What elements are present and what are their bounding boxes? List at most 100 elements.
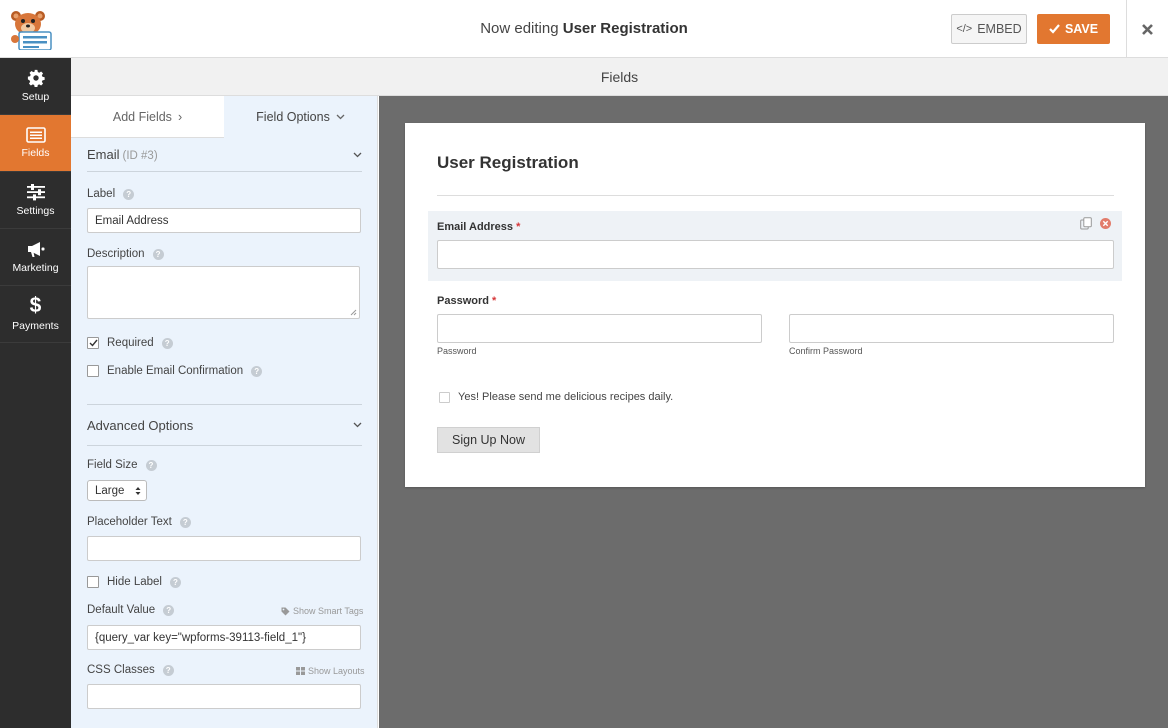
label-input[interactable]: Email Address [87,208,361,233]
field-size-value: Large [95,484,125,497]
default-value-input[interactable]: {query_var key="wpforms-39113-field_1"} [87,625,361,650]
field-size-label: Field Size ? [87,459,157,471]
select-arrows-icon [135,486,141,495]
password-input[interactable] [437,314,762,343]
field-group-header[interactable]: Email (ID #3) [87,138,362,172]
save-label: SAVE [1064,22,1099,36]
help-icon[interactable]: ? [145,459,157,471]
tag-icon [281,607,290,615]
show-layouts-text: Show Layouts [308,666,365,676]
close-button[interactable] [1126,0,1168,58]
required-mark: * [516,221,521,233]
megaphone-icon [27,242,44,257]
help-icon[interactable]: ? [169,576,181,588]
checkmark-icon [1049,24,1060,34]
help-icon[interactable]: ? [123,188,135,200]
section-title: Fields [71,58,1168,96]
help-icon[interactable]: ? [152,248,164,260]
save-button[interactable]: SAVE [1037,14,1110,44]
description-label: Description ? [87,248,164,260]
css-classes-input[interactable] [87,684,361,709]
field-name: Email [87,147,120,162]
password-label: Password * [437,295,496,307]
form-preview: User Registration Email Address * Passwo… [379,96,1168,728]
help-icon[interactable]: ? [179,516,191,528]
nav-label: Payments [12,320,59,332]
placeholder-input[interactable] [87,536,361,561]
form-name: User Registration [562,20,688,37]
delete-icon[interactable] [1100,218,1111,229]
duplicate-icon[interactable] [1080,217,1092,230]
description-textarea[interactable] [87,266,360,319]
nav-label: Fields [21,147,50,159]
field-size-select[interactable]: Large [87,480,147,501]
hide-label-checkbox-row[interactable]: Hide Label ? [87,576,181,588]
optin-checkbox-row[interactable]: Yes! Please send me delicious recipes da… [439,391,673,403]
show-smart-tags-text: Show Smart Tags [293,606,364,616]
confirm-password-input[interactable] [789,314,1114,343]
label-text: Label [87,188,116,200]
email-confirmation-label: Enable Email Confirmation [107,365,244,377]
advanced-options-title: Advanced Options [87,417,194,433]
optin-label: Yes! Please send me delicious recipes da… [458,391,674,403]
default-value-label: Default Value ? [87,604,175,616]
close-icon [1142,23,1153,35]
show-smart-tags-link[interactable]: Show Smart Tags [281,606,363,616]
password-label-text: Password [437,295,489,307]
nav-setup[interactable]: Setup [0,58,71,115]
embed-button[interactable]: </> EMBED [951,14,1027,44]
sliders-icon [26,184,45,201]
nav-label: Settings [16,205,55,217]
nav-label: Setup [21,91,50,103]
help-icon[interactable]: ? [161,337,173,349]
email-label: Email Address * [437,221,520,233]
chevron-right-icon: › [177,109,183,124]
checkmark-icon [89,339,98,347]
nav-fields[interactable]: Fields [0,115,71,172]
help-icon[interactable]: ? [251,365,263,377]
password-sublabel: Password [437,346,477,356]
hide-label-checkbox[interactable] [87,576,99,588]
form-divider [437,195,1114,196]
tab-label: Add Fields [112,109,172,124]
field-group-title: Email (ID #3) [87,147,158,162]
help-icon[interactable]: ? [162,664,174,676]
required-checkbox[interactable] [87,337,99,349]
field-options-panel: Add Fields › Field Options Email (ID #3) … [71,96,378,728]
email-label-text: Email Address [437,221,514,233]
left-nav: Setup Fields Settings Marketing $ Paymen… [0,58,71,728]
grid-icon [296,667,305,675]
resize-handle-icon [350,309,357,316]
tab-field-options[interactable]: Field Options [224,96,377,138]
placeholder-label: Placeholder Text ? [87,516,191,528]
field-id: (ID #3) [122,150,158,162]
show-layouts-link[interactable]: Show Layouts [296,666,365,676]
help-icon[interactable]: ? [163,604,175,616]
placeholder-text-label: Placeholder Text [87,516,172,528]
required-checkbox-row[interactable]: Required ? [87,337,173,349]
tab-add-fields[interactable]: Add Fields › [71,96,224,138]
confirmation-checkbox-row[interactable]: Enable Email Confirmation ? [87,365,263,377]
label-label: Label ? [87,188,135,200]
nav-payments[interactable]: $ Payments [0,286,71,343]
email-input[interactable] [437,240,1114,269]
required-mark: * [492,295,497,307]
css-classes-label: CSS Classes ? [87,664,174,676]
embed-label: EMBED [977,22,1022,36]
list-icon [25,127,46,143]
form-card: User Registration Email Address * Passwo… [405,123,1145,487]
advanced-options-header[interactable]: Advanced Options [87,404,362,446]
panel-tabs: Add Fields › Field Options [71,96,377,138]
tab-label: Field Options [256,110,330,124]
nav-marketing[interactable]: Marketing [0,229,71,286]
email-confirmation-checkbox[interactable] [87,365,99,377]
chevron-down-icon [336,114,345,120]
title-prefix: Now editing [480,20,559,37]
required-label: Required [107,337,154,349]
nav-settings[interactable]: Settings [0,172,71,229]
sign-up-button[interactable]: Sign Up Now [437,427,540,453]
optin-checkbox[interactable] [439,391,450,403]
css-classes-text: CSS Classes [87,664,155,676]
nav-label: Marketing [12,262,59,274]
hide-label-text: Hide Label [107,576,162,588]
